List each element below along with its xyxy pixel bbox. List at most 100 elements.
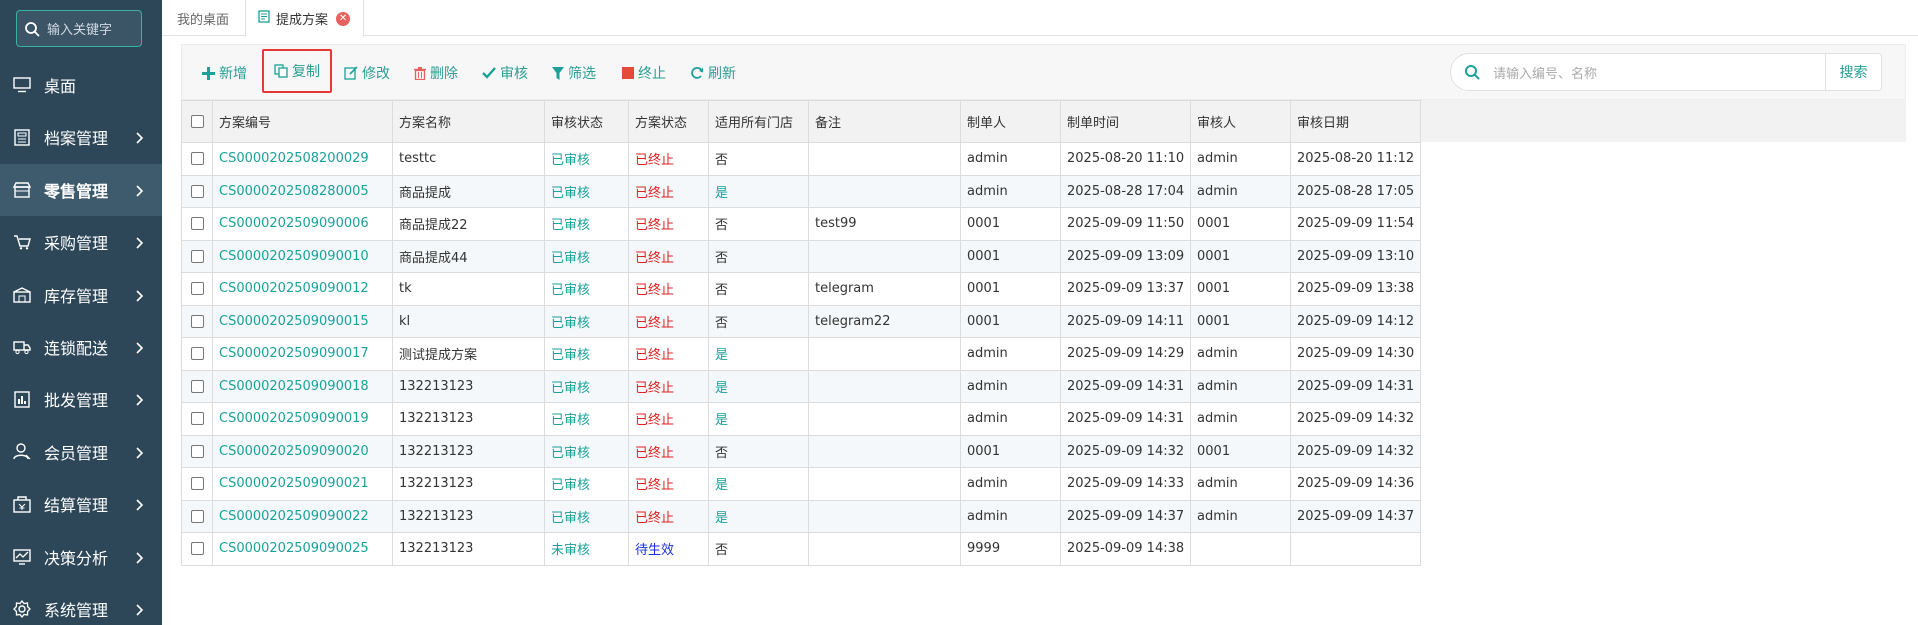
sidebar-item-5[interactable]: 连锁配送 xyxy=(0,321,162,373)
table-row[interactable]: CS0000202509090015 kl 已审核 已终止否 telegram22 000… xyxy=(181,304,1421,338)
copy-button[interactable]: 复制 xyxy=(262,49,332,93)
cell-name: 商品提成 xyxy=(392,174,545,208)
table-row[interactable]: CS0000202509090006 商品提成22 已审核 已终止否 test99 000… xyxy=(181,207,1421,241)
add-button-label: 新增 xyxy=(219,66,247,82)
cell-all-stores: 否 xyxy=(708,207,809,241)
stop-button[interactable]: 终止 xyxy=(622,59,666,87)
sidebar-item-7[interactable]: 会员管理 xyxy=(0,426,162,478)
table-row[interactable]: CS0000202509090019 132213123 已审核 已终止是 admin 2… xyxy=(181,402,1421,436)
cell-created: 2025-09-09 13:09 xyxy=(1060,239,1191,273)
sidebar-item-10[interactable]: 系统管理 xyxy=(0,583,162,625)
cell-status: 已终止 xyxy=(628,272,709,306)
refresh-button[interactable]: 刷新 xyxy=(690,59,736,87)
sidebar-item-6[interactable]: 批发管理 xyxy=(0,373,162,425)
row-select-cell xyxy=(181,532,213,566)
cell-code[interactable]: CS0000202509090017 xyxy=(212,337,393,371)
cell-remark: telegram xyxy=(808,272,961,306)
row-select-cell xyxy=(181,369,213,403)
cell-code[interactable]: CS0000202509090006 xyxy=(212,207,393,241)
audit-button[interactable]: 审核 xyxy=(482,59,528,87)
table-row[interactable]: CS0000202509090021 132213123 已审核 已终止是 admin 2… xyxy=(181,467,1421,501)
column-header-4[interactable]: 适用所有门店 xyxy=(708,100,809,143)
cell-audit-date: 2025-09-09 14:32 xyxy=(1290,434,1421,468)
row-checkbox[interactable] xyxy=(190,217,204,231)
cell-audit-date: 2025-09-09 14:37 xyxy=(1290,499,1421,533)
tab-commission-plan[interactable]: 提成方案 ✕ xyxy=(245,0,364,37)
column-header-1[interactable]: 方案名称 xyxy=(392,100,545,143)
column-header-5[interactable]: 备注 xyxy=(808,100,961,143)
close-icon[interactable]: ✕ xyxy=(336,11,351,26)
row-checkbox[interactable] xyxy=(190,314,204,328)
cell-code[interactable]: CS0000202509090025 xyxy=(212,532,393,566)
cell-code[interactable]: CS0000202509090018 xyxy=(212,369,393,403)
table-row[interactable]: CS0000202509090010 商品提成44 已审核 已终止否 0001 2025-… xyxy=(181,239,1421,273)
cell-code[interactable]: CS0000202509090020 xyxy=(212,434,393,468)
row-checkbox[interactable] xyxy=(190,152,204,166)
row-checkbox[interactable] xyxy=(190,347,204,361)
cell-creator: admin xyxy=(960,174,1061,208)
table-row[interactable]: CS0000202508280005 商品提成 已审核 已终止是 admin 2025-0… xyxy=(181,174,1421,208)
sidebar-item-label: 连锁配送 xyxy=(44,339,109,358)
archive-icon xyxy=(0,129,44,146)
cell-code[interactable]: CS0000202509090015 xyxy=(212,304,393,338)
cell-creator: admin xyxy=(960,499,1061,533)
table-row[interactable]: CS0000202508200029 testtc 已审核 已终止否 admin 2025… xyxy=(181,142,1421,176)
delete-button[interactable]: 删除 xyxy=(414,59,458,87)
table-body: CS0000202508200029 testtc 已审核 已终止否 admin 2025… xyxy=(181,142,1421,566)
cell-auditor: admin xyxy=(1190,174,1291,208)
row-checkbox[interactable] xyxy=(190,509,204,523)
audit-button-label: 审核 xyxy=(500,66,528,82)
sidebar-search[interactable]: 输入关键字 xyxy=(16,10,142,47)
cell-code[interactable]: CS0000202509090012 xyxy=(212,272,393,306)
row-checkbox[interactable] xyxy=(190,249,204,263)
select-all-checkbox[interactable] xyxy=(190,115,204,128)
search-button[interactable]: 搜索 xyxy=(1826,53,1882,91)
sidebar-item-2[interactable]: 零售管理 xyxy=(0,163,162,216)
table-row[interactable]: CS0000202509090025 132213123 未审核 待生效否 9999 20… xyxy=(181,532,1421,566)
gear-icon xyxy=(0,600,44,618)
table-row[interactable]: CS0000202509090020 132213123 已审核 已终止否 0001 20… xyxy=(181,434,1421,468)
edit-button[interactable]: 修改 xyxy=(344,59,390,87)
column-header-9[interactable]: 审核日期 xyxy=(1290,100,1421,143)
sidebar-item-0[interactable]: 桌面 xyxy=(0,59,162,111)
add-button[interactable]: 新增 xyxy=(202,59,247,87)
row-checkbox[interactable] xyxy=(190,412,204,426)
cell-audit-date: 2025-09-09 14:12 xyxy=(1290,304,1421,338)
sidebar-item-8[interactable]: 结算管理 xyxy=(0,478,162,530)
column-header-0[interactable]: 方案编号 xyxy=(212,100,393,143)
sidebar-item-4[interactable]: 库存管理 xyxy=(0,269,162,321)
cell-code[interactable]: CS0000202508200029 xyxy=(212,142,393,176)
search-input[interactable]: 请输入编号、名称 xyxy=(1450,53,1826,91)
sidebar-item-1[interactable]: 档案管理 xyxy=(0,111,162,163)
row-checkbox[interactable] xyxy=(190,444,204,458)
table-row[interactable]: CS0000202509090012 tk 已审核 已终止否 telegram 0001 2… xyxy=(181,272,1421,306)
cell-audit-date: 2025-09-09 14:32 xyxy=(1290,402,1421,436)
filter-button[interactable]: 筛选 xyxy=(552,59,596,87)
tab-home[interactable]: 我的桌面 xyxy=(162,0,244,36)
cell-code[interactable]: CS0000202509090021 xyxy=(212,467,393,501)
table-row[interactable]: CS0000202509090022 132213123 已审核 已终止是 admin 2… xyxy=(181,499,1421,533)
cell-code[interactable]: CS0000202509090019 xyxy=(212,402,393,436)
cell-creator: 0001 xyxy=(960,434,1061,468)
row-checkbox[interactable] xyxy=(190,542,204,556)
cell-auditor: admin xyxy=(1190,402,1291,436)
row-checkbox[interactable] xyxy=(190,282,204,296)
column-header-7[interactable]: 制单时间 xyxy=(1060,100,1191,143)
row-checkbox[interactable] xyxy=(190,184,204,198)
row-select-cell xyxy=(181,142,213,176)
table-row[interactable]: CS0000202509090018 132213123 已审核 已终止是 admin 2… xyxy=(181,369,1421,403)
column-header-8[interactable]: 审核人 xyxy=(1190,100,1291,143)
cell-name: 132213123 xyxy=(392,499,545,533)
cell-code[interactable]: CS0000202508280005 xyxy=(212,174,393,208)
column-header-2[interactable]: 审核状态 xyxy=(544,100,629,143)
column-header-3[interactable]: 方案状态 xyxy=(628,100,709,143)
row-checkbox[interactable] xyxy=(190,379,204,393)
sidebar-item-9[interactable]: 决策分析 xyxy=(0,531,162,583)
cell-code[interactable]: CS0000202509090010 xyxy=(212,239,393,273)
cell-code[interactable]: CS0000202509090022 xyxy=(212,499,393,533)
column-header-6[interactable]: 制单人 xyxy=(960,100,1061,143)
sidebar-item-3[interactable]: 采购管理 xyxy=(0,216,162,268)
table-row[interactable]: CS0000202509090017 测试提成方案 已审核 已终止是 admin 2025… xyxy=(181,337,1421,371)
row-checkbox[interactable] xyxy=(190,477,204,491)
chevron-right-icon xyxy=(136,444,144,463)
